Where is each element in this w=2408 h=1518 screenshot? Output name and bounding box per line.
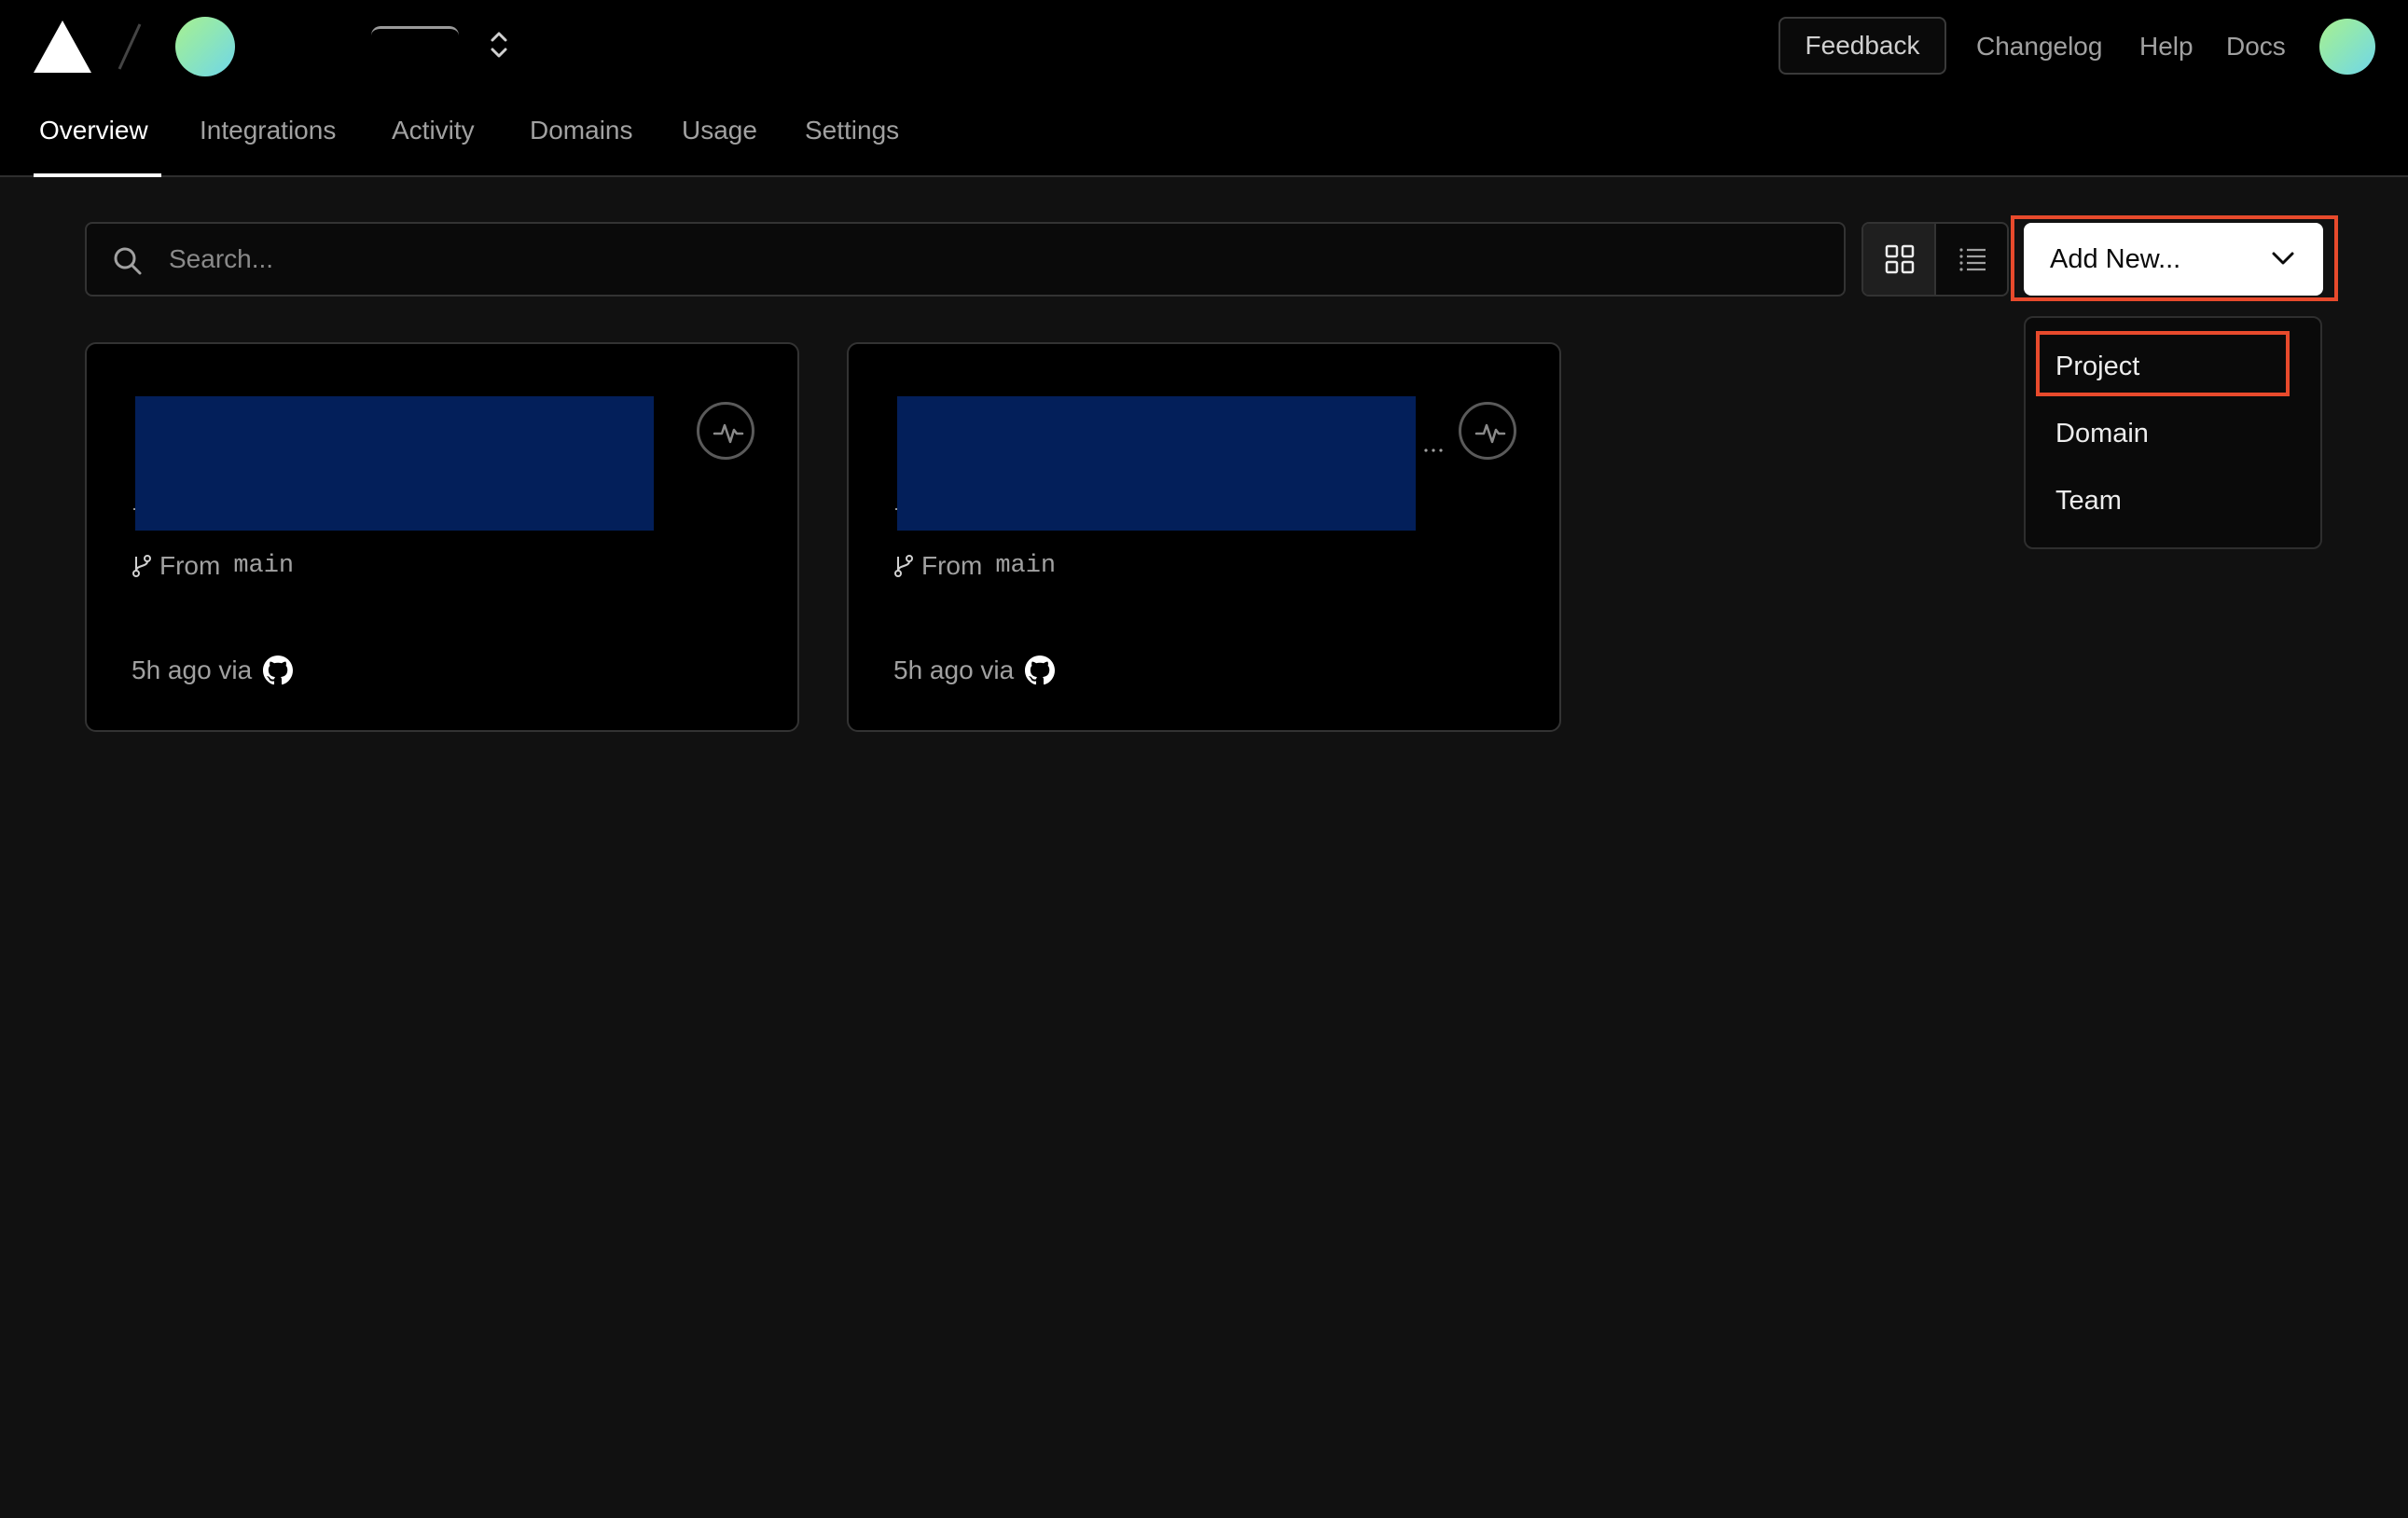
list-view-button[interactable] bbox=[1936, 224, 2007, 295]
changelog-link[interactable]: Changelog bbox=[1976, 28, 2102, 65]
tab-overview[interactable]: Overview bbox=[39, 112, 148, 149]
activity-pulse-icon[interactable] bbox=[697, 402, 754, 460]
add-new-label: Add New... bbox=[2050, 244, 2181, 274]
branch-info: From main bbox=[893, 547, 1056, 585]
feedback-button[interactable]: Feedback bbox=[1778, 17, 1946, 75]
menu-item-domain[interactable]: Domain bbox=[2055, 415, 2149, 452]
top-navigation-bar: Feedback Changelog Help Docs Overview In… bbox=[0, 0, 2408, 177]
from-label: From bbox=[159, 551, 221, 580]
branch-info: From main bbox=[131, 547, 294, 585]
menu-item-team[interactable]: Team bbox=[2055, 482, 2122, 519]
project-card[interactable]: From main 5h ago via bbox=[85, 342, 799, 732]
redacted-project-name[interactable] bbox=[135, 396, 654, 531]
chevron-down-icon bbox=[2272, 252, 2294, 265]
docs-link[interactable]: Docs bbox=[2226, 28, 2286, 65]
tab-domains[interactable]: Domains bbox=[530, 112, 632, 149]
git-branch-icon bbox=[894, 555, 913, 577]
search-box[interactable] bbox=[85, 222, 1846, 297]
breadcrumb-slash-icon bbox=[118, 23, 142, 70]
search-icon bbox=[114, 247, 142, 275]
add-new-button[interactable]: Add New... bbox=[2024, 223, 2323, 296]
grid-icon bbox=[1885, 244, 1915, 274]
tab-usage[interactable]: Usage bbox=[682, 112, 757, 149]
active-tab-indicator bbox=[34, 173, 161, 177]
branch-name[interactable]: main bbox=[995, 552, 1056, 580]
updated-time: 5h ago via bbox=[893, 656, 1015, 684]
project-card[interactable]: From main 5h ago via bbox=[847, 342, 1561, 732]
grid-view-button[interactable] bbox=[1863, 224, 1936, 295]
branch-name[interactable]: main bbox=[233, 552, 294, 580]
logo-triangle-icon[interactable] bbox=[34, 21, 91, 73]
from-label: From bbox=[921, 551, 983, 580]
activity-pulse-icon[interactable] bbox=[1459, 402, 1516, 460]
updated-time: 5h ago via bbox=[131, 656, 253, 684]
view-toggle bbox=[1861, 222, 2009, 297]
truncation-ellipsis-icon bbox=[1424, 448, 1443, 452]
github-icon[interactable] bbox=[263, 656, 294, 685]
project-highlight-box bbox=[2036, 331, 2290, 396]
tab-activity[interactable]: Activity bbox=[392, 112, 475, 149]
github-icon[interactable] bbox=[1025, 656, 1056, 685]
team-name-placeholder[interactable] bbox=[371, 26, 459, 35]
tab-integrations[interactable]: Integrations bbox=[200, 112, 336, 149]
help-link[interactable]: Help bbox=[2139, 28, 2193, 65]
deployment-meta: 5h ago via bbox=[131, 652, 294, 689]
redacted-project-name[interactable] bbox=[897, 396, 1416, 531]
git-branch-icon bbox=[132, 555, 151, 577]
deployment-meta: 5h ago via bbox=[893, 652, 1056, 689]
user-avatar[interactable] bbox=[2319, 19, 2375, 75]
team-avatar[interactable] bbox=[175, 17, 235, 76]
search-input[interactable] bbox=[169, 237, 1810, 282]
list-icon bbox=[1959, 248, 1986, 271]
tab-settings[interactable]: Settings bbox=[805, 112, 899, 149]
chevron-up-down-icon[interactable] bbox=[485, 28, 513, 62]
